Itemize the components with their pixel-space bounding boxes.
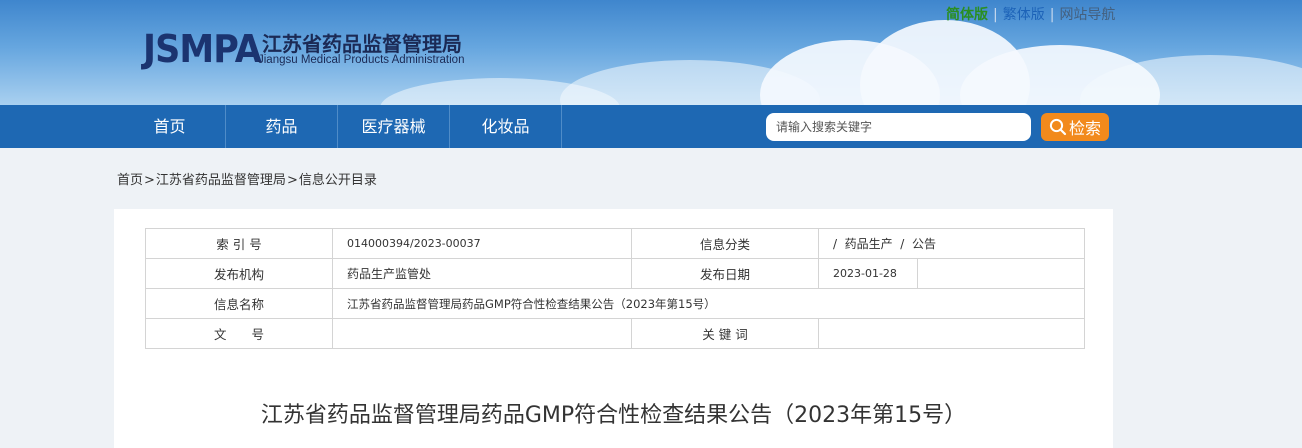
content-card: 索 引 号 014000394/2023-00037 信息分类 / 药品生产 /… [114, 209, 1113, 448]
docno-value [332, 318, 632, 349]
simplified-link[interactable]: 简体版 [946, 7, 988, 23]
article-title: 江苏省药品监督管理局药品GMP符合性检查结果公告（2023年第15号） [260, 403, 967, 428]
table-row: 索 引 号 014000394/2023-00037 信息分类 / 药品生产 /… [145, 228, 1086, 259]
nav-item-drugs[interactable]: 药品 [226, 105, 338, 148]
link-separator: | [993, 7, 998, 23]
date-extra-cell [916, 258, 1086, 289]
traditional-link[interactable]: 繁体版 [1003, 7, 1045, 23]
breadcrumb-separator: > [144, 173, 155, 188]
nav-item-medical-devices[interactable]: 医疗器械 [338, 105, 450, 148]
date-value: 2023-01-28 [818, 258, 918, 289]
search-button-label: 检索 [1068, 119, 1101, 138]
index-value: 014000394/2023-00037 [332, 228, 632, 259]
search-button[interactable]: 检索 [1041, 113, 1109, 141]
site-name-cn: 江苏省药品监督管理局 [262, 32, 462, 56]
keywords-value [817, 318, 1086, 349]
category-label: 信息分类 [631, 228, 819, 259]
category-value: / 药品生产 / 公告 [817, 228, 1086, 259]
nav-item-cosmetics[interactable]: 化妆品 [450, 105, 562, 148]
search-input[interactable] [766, 113, 1031, 141]
site-nav-link[interactable]: 网站导航 [1059, 7, 1115, 23]
keywords-label: 关 键 词 [631, 318, 819, 349]
link-separator: | [1049, 7, 1055, 23]
site-name-en: Jiangsu Medical Products Administration [258, 54, 465, 66]
name-label: 信息名称 [145, 288, 333, 319]
breadcrumb-home[interactable]: 首页 [117, 173, 143, 188]
publisher-value: 药品生产监管处 [332, 258, 632, 289]
table-row: 信息名称 江苏省药品监督管理局药品GMP符合性检查结果公告（2023年第15号） [145, 288, 1086, 319]
docno-label: 文 号 [145, 318, 333, 349]
info-meta-table: 索 引 号 014000394/2023-00037 信息分类 / 药品生产 /… [145, 228, 1086, 349]
breadcrumb-catalog[interactable]: 信息公开目录 [299, 173, 377, 188]
nav-items: 首页 药品 医疗器械 化妆品 [114, 105, 562, 148]
magnifier-icon [1049, 118, 1067, 136]
breadcrumb: 首页>江苏省药品监督管理局>信息公开目录 [117, 169, 377, 188]
header-banner: JSMPA 江苏省药品监督管理局 Jiangsu Medical Product… [0, 0, 1302, 105]
publisher-label: 发布机构 [145, 258, 333, 289]
name-value: 江苏省药品监督管理局药品GMP符合性检查结果公告（2023年第15号） [331, 288, 1086, 319]
table-row: 文 号 关 键 词 [145, 318, 1086, 349]
site-logo[interactable]: JSMPA [143, 26, 262, 72]
top-links: 简体版 | 繁体版 | 网站导航 [946, 5, 1115, 25]
breadcrumb-bureau[interactable]: 江苏省药品监督管理局 [156, 173, 286, 188]
table-row: 发布机构 药品生产监管处 发布日期 2023-01-28 [145, 258, 1086, 289]
index-label: 索 引 号 [145, 228, 333, 259]
date-label: 发布日期 [631, 258, 819, 289]
breadcrumb-separator: > [286, 173, 298, 188]
nav-item-home[interactable]: 首页 [114, 105, 226, 148]
